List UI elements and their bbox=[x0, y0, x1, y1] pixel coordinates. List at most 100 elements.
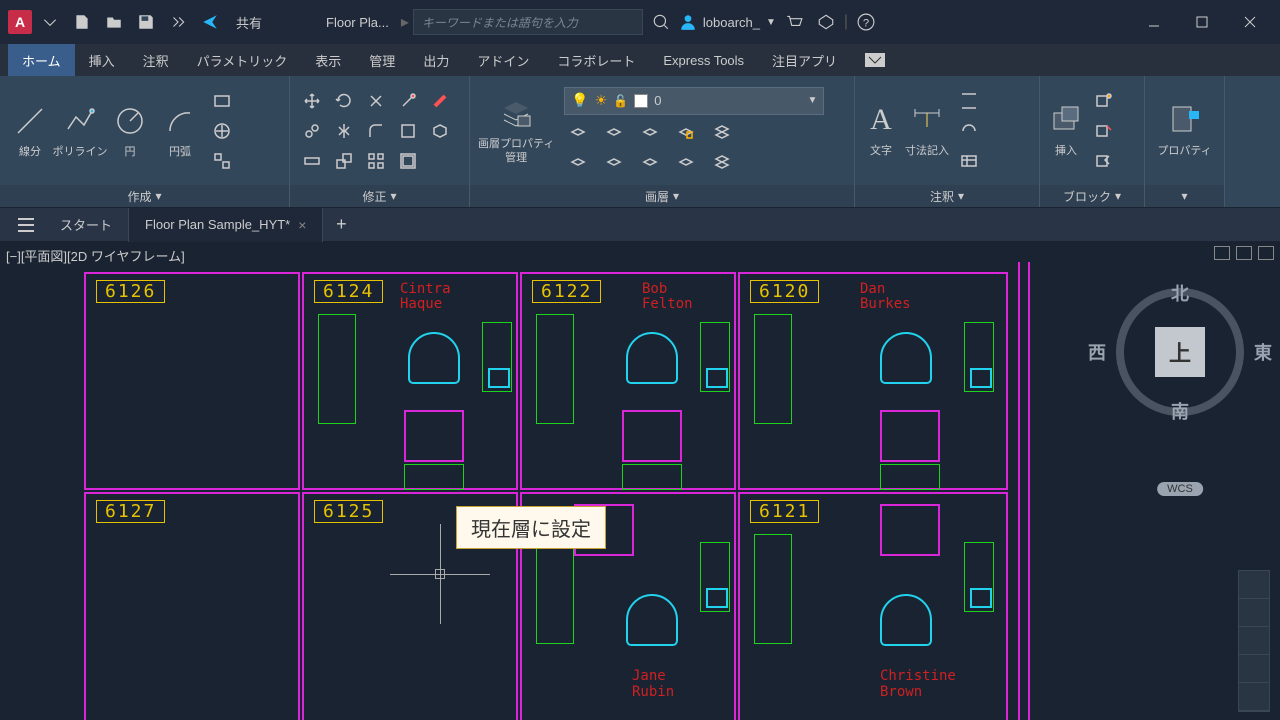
navbar[interactable] bbox=[1238, 570, 1270, 712]
panel-props-title[interactable]: ▾ bbox=[1145, 185, 1224, 207]
close-button[interactable] bbox=[1228, 0, 1272, 44]
navbar-wheel-icon[interactable] bbox=[1239, 571, 1269, 599]
tool-mtable[interactable] bbox=[955, 148, 983, 174]
drawing-menu-icon[interactable] bbox=[8, 217, 44, 233]
viewcube-north[interactable]: 北 bbox=[1171, 280, 1189, 306]
tool-region[interactable] bbox=[208, 148, 236, 174]
layer-tool-5[interactable] bbox=[708, 119, 736, 145]
viewcube-south[interactable]: 南 bbox=[1171, 398, 1189, 424]
tool-table[interactable] bbox=[955, 118, 983, 144]
tool-copy[interactable] bbox=[298, 118, 326, 144]
panel-draw-title[interactable]: 作成 ▾ bbox=[0, 185, 289, 207]
minimize-button[interactable] bbox=[1132, 0, 1176, 44]
layer-tool-10[interactable] bbox=[708, 149, 736, 175]
tool-fillet[interactable] bbox=[362, 118, 390, 144]
tool-dimension[interactable]: 寸法記入 bbox=[905, 103, 949, 158]
tool-properties[interactable]: プロパティ bbox=[1157, 103, 1211, 158]
model-viewport[interactable]: [−][平面図][2D ワイヤフレーム] 6126 6124 Cintra Ha… bbox=[0, 242, 1080, 720]
new-icon[interactable] bbox=[68, 8, 96, 36]
layer-tool-9[interactable] bbox=[672, 149, 700, 175]
qat-more-icon[interactable] bbox=[164, 8, 192, 36]
tab-manage[interactable]: 管理 bbox=[355, 44, 409, 76]
viewcube-top[interactable]: 上 bbox=[1155, 327, 1205, 377]
save-icon[interactable] bbox=[132, 8, 160, 36]
panel-layer-title[interactable]: 画層 ▾ bbox=[470, 185, 854, 207]
layer-tool-7[interactable] bbox=[600, 149, 628, 175]
viewport-label[interactable]: [−][平面図][2D ワイヤフレーム] bbox=[6, 246, 185, 265]
tool-arc[interactable]: 円弧 bbox=[158, 103, 202, 159]
open-icon[interactable] bbox=[100, 8, 128, 36]
tab-floorplan[interactable]: Floor Plan Sample_HYT*× bbox=[129, 208, 323, 242]
tool-array[interactable] bbox=[362, 148, 390, 174]
tool-explode[interactable] bbox=[394, 118, 422, 144]
block-tool-1[interactable] bbox=[1090, 88, 1118, 114]
panel-annot-title[interactable]: 注釈 ▾ bbox=[855, 185, 1039, 207]
wcs-badge[interactable]: WCS bbox=[1157, 482, 1203, 496]
layer-dropdown[interactable]: 💡 ☀ 🔓 0 ▼ bbox=[564, 87, 824, 115]
tool-polyline[interactable]: ポリライン bbox=[58, 103, 102, 159]
maximize-button[interactable] bbox=[1180, 0, 1224, 44]
tool-box3d[interactable] bbox=[426, 118, 454, 144]
search-input[interactable]: キーワードまたは語句を入力 bbox=[413, 9, 643, 35]
qat-dropdown-icon[interactable] bbox=[36, 8, 64, 36]
tab-collaborate[interactable]: コラボレート bbox=[543, 44, 649, 76]
tool-circle[interactable]: 円 bbox=[108, 103, 152, 159]
tool-stretch[interactable] bbox=[298, 148, 326, 174]
tool-trim[interactable] bbox=[362, 88, 390, 114]
viewcube[interactable]: 上 北 南 東 西 bbox=[1110, 282, 1250, 422]
search-icon[interactable] bbox=[647, 8, 675, 36]
viewport-close-icon[interactable] bbox=[1258, 246, 1274, 260]
layer-tool-4[interactable] bbox=[672, 119, 700, 145]
block-tool-2[interactable] bbox=[1090, 118, 1118, 144]
layer-properties-button[interactable]: 画層プロパティ 管理 bbox=[478, 96, 554, 164]
tool-rect[interactable] bbox=[208, 88, 236, 114]
tab-view[interactable]: 表示 bbox=[301, 44, 355, 76]
title-arrow-icon[interactable]: ▸ bbox=[401, 12, 409, 32]
panel-modify-title[interactable]: 修正 ▾ bbox=[290, 185, 469, 207]
tool-move[interactable] bbox=[298, 88, 326, 114]
layer-tool-2[interactable] bbox=[600, 119, 628, 145]
tool-text[interactable]: A文字 bbox=[863, 103, 899, 158]
tab-extra-icon[interactable] bbox=[851, 44, 899, 76]
viewcube-east[interactable]: 東 bbox=[1254, 339, 1272, 365]
tool-hatch[interactable] bbox=[208, 118, 236, 144]
tab-close-icon[interactable]: × bbox=[298, 217, 306, 233]
tool-mirror[interactable] bbox=[330, 118, 358, 144]
tab-addins[interactable]: アドイン bbox=[463, 44, 543, 76]
app-icon[interactable]: A bbox=[8, 10, 32, 34]
navbar-showmotion-icon[interactable] bbox=[1239, 683, 1269, 711]
navbar-zoom-icon[interactable] bbox=[1239, 627, 1269, 655]
tab-annotate[interactable]: 注釈 bbox=[129, 44, 183, 76]
tab-start[interactable]: スタート bbox=[44, 208, 129, 242]
share-icon[interactable] bbox=[196, 8, 224, 36]
autodesk-icon[interactable] bbox=[812, 8, 840, 36]
layer-tool-3[interactable] bbox=[636, 119, 664, 145]
tool-leader[interactable] bbox=[955, 88, 983, 114]
navbar-orbit-icon[interactable] bbox=[1239, 655, 1269, 683]
tab-featured[interactable]: 注目アプリ bbox=[758, 44, 851, 76]
tool-block-insert[interactable]: 挿入 bbox=[1048, 103, 1084, 158]
tool-erase[interactable] bbox=[426, 88, 454, 114]
new-tab-button[interactable]: + bbox=[323, 214, 359, 235]
layer-tool-1[interactable] bbox=[564, 119, 592, 145]
block-tool-3[interactable] bbox=[1090, 148, 1118, 174]
panel-block-title[interactable]: ブロック ▾ bbox=[1040, 185, 1144, 207]
layer-tool-6[interactable] bbox=[564, 149, 592, 175]
cart-icon[interactable] bbox=[780, 8, 808, 36]
tab-express[interactable]: Express Tools bbox=[649, 44, 758, 76]
viewport-min-icon[interactable] bbox=[1214, 246, 1230, 260]
tool-line[interactable]: 線分 bbox=[8, 103, 52, 159]
tool-rotate[interactable] bbox=[330, 88, 358, 114]
navbar-pan-icon[interactable] bbox=[1239, 599, 1269, 627]
tool-offset[interactable] bbox=[394, 148, 422, 174]
tab-output[interactable]: 出力 bbox=[409, 44, 463, 76]
tool-dot[interactable] bbox=[394, 88, 422, 114]
user-menu[interactable]: loboarch_ ▼ bbox=[679, 13, 776, 31]
viewport-max-icon[interactable] bbox=[1236, 246, 1252, 260]
layer-tool-8[interactable] bbox=[636, 149, 664, 175]
viewcube-west[interactable]: 西 bbox=[1088, 339, 1106, 365]
share-label[interactable]: 共有 bbox=[236, 13, 262, 32]
tab-parametric[interactable]: パラメトリック bbox=[183, 44, 302, 76]
tool-scale[interactable] bbox=[330, 148, 358, 174]
help-icon[interactable]: ? bbox=[852, 8, 880, 36]
